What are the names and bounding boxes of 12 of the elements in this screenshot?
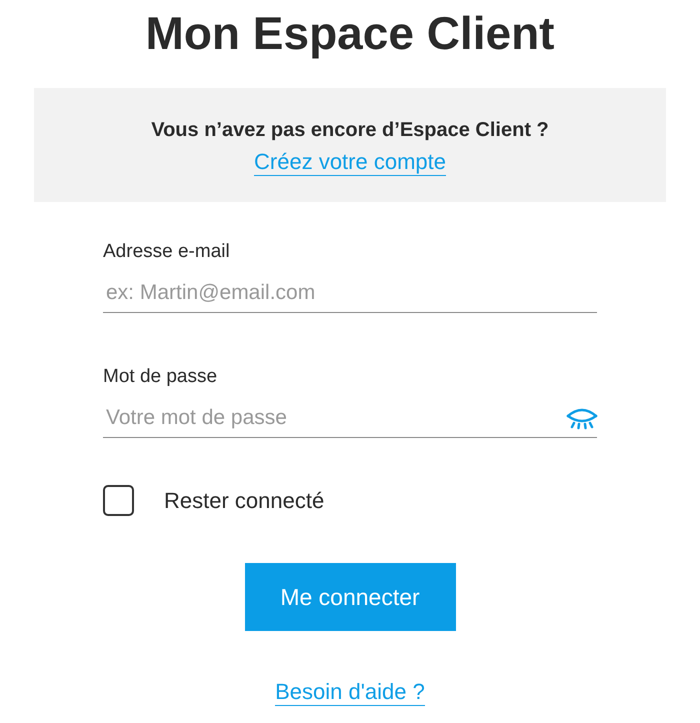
help-link[interactable]: Besoin d'aide ? — [275, 679, 425, 706]
remember-label: Rester connecté — [164, 487, 324, 515]
signup-question: Vous n’avez pas encore d’Espace Client ? — [151, 118, 549, 142]
email-label: Adresse e-mail — [103, 240, 231, 264]
password-label: Mot de passe — [103, 365, 218, 389]
eye-icon[interactable] — [565, 408, 599, 430]
page-title: Mon Espace Client — [146, 6, 554, 61]
email-field[interactable]: ex: Martin@email.com — [103, 276, 597, 313]
signup-link[interactable]: Créez votre compte — [254, 148, 446, 176]
remember-checkbox[interactable] — [103, 485, 134, 516]
login-button[interactable]: Me connecter — [244, 563, 456, 631]
password-field[interactable]: Votre mot de passe — [103, 402, 597, 438]
